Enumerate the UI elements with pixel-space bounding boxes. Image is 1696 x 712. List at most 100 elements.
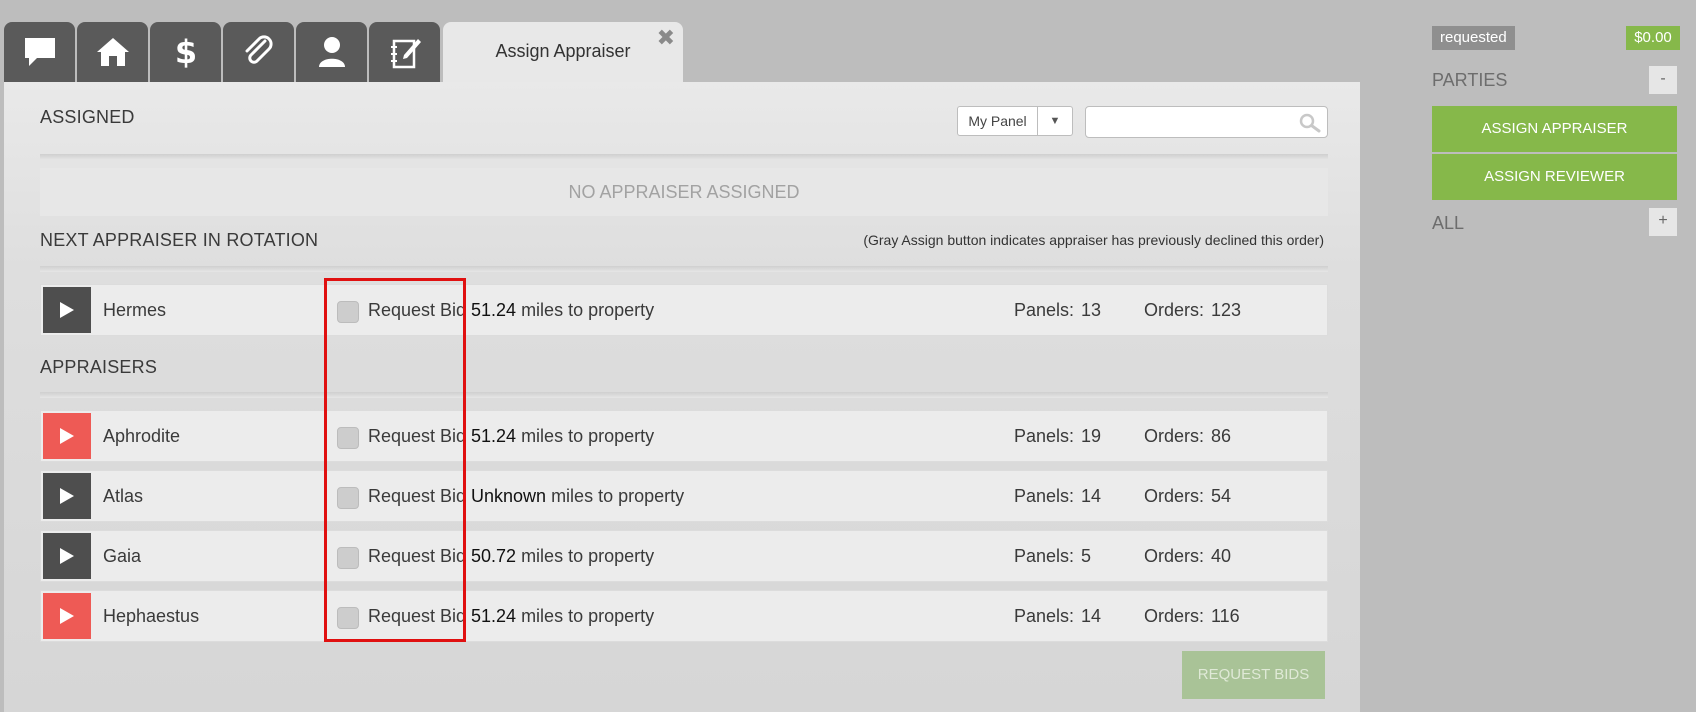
distance: 50.72 miles to property (471, 546, 654, 567)
play-icon (60, 428, 74, 444)
request-bid-checkbox[interactable] (337, 487, 359, 509)
panels-label: Panels: (1014, 426, 1075, 446)
tab-bar: $ (4, 22, 442, 82)
request-bid-checkbox[interactable] (337, 607, 359, 629)
orders-count: 123 (1211, 300, 1242, 320)
appraiser-name: Gaia (103, 546, 142, 566)
assign-reviewer-button[interactable]: ASSIGN REVIEWER (1432, 154, 1677, 200)
play-icon (60, 608, 74, 624)
assign-play-button[interactable] (43, 413, 91, 459)
distance: Unknown miles to property (471, 486, 684, 507)
distance-value: 51.24 (471, 606, 517, 626)
request-bid-label: Request Bid (368, 546, 467, 566)
panels-count: 14 (1081, 486, 1102, 506)
tab-billing[interactable]: $ (150, 22, 221, 82)
request-bid-checkbox[interactable] (337, 547, 359, 569)
panels-label: Panels: (1014, 300, 1075, 320)
user-icon (318, 37, 345, 67)
rotation-row: Hermes Request Bid 51.24 miles to proper… (40, 284, 1328, 336)
assign-play-button[interactable] (43, 287, 91, 333)
appraiser-row: Atlas Request Bid Unknown miles to prope… (40, 470, 1328, 522)
request-bid-label: Request Bid (368, 300, 467, 320)
chat-icon (24, 38, 55, 66)
request-bid-label: Request Bid (368, 606, 467, 626)
orders-count: 40 (1211, 546, 1232, 566)
status-badge: requested (1432, 26, 1515, 50)
paperclip-icon (245, 35, 273, 64)
parties-title: PARTIES (1432, 70, 1508, 90)
panels-label: Panels: (1014, 546, 1075, 566)
distance-suffix: miles to property (521, 606, 655, 626)
tab-assign-appraiser-label: Assign Appraiser (495, 41, 631, 61)
distance-value: 50.72 (471, 546, 517, 566)
all-expand-button[interactable]: + (1649, 208, 1677, 236)
assigned-title: ASSIGNED (40, 107, 135, 127)
divider (40, 154, 1328, 160)
orders-count: 116 (1211, 606, 1240, 626)
tab-attachments[interactable] (223, 22, 294, 82)
request-bid-label: Request Bid (368, 426, 467, 446)
assign-play-button[interactable] (43, 533, 91, 579)
search-input[interactable] (1094, 107, 1298, 137)
distance-suffix: miles to property (521, 426, 655, 446)
play-icon (60, 548, 74, 564)
assign-appraiser-button[interactable]: ASSIGN APPRAISER (1432, 106, 1677, 152)
distance-suffix: miles to property (521, 546, 655, 566)
notes-icon (390, 39, 421, 69)
tab-contacts[interactable] (296, 22, 367, 82)
appraisers-title: APPRAISERS (40, 357, 158, 377)
assign-play-button[interactable] (43, 593, 91, 639)
panels-count: 5 (1081, 546, 1092, 566)
orders-label: Orders: (1144, 486, 1205, 506)
distance: 51.24 miles to property (471, 300, 654, 321)
panel-select-value: My Panel (968, 113, 1027, 129)
distance-suffix: miles to property (521, 300, 655, 320)
dollar-icon: $ (174, 34, 196, 70)
request-bids-button[interactable]: REQUEST BIDS (1182, 651, 1325, 699)
appraiser-row: Gaia Request Bid 50.72 miles to property… (40, 530, 1328, 582)
search-icon[interactable] (1299, 113, 1321, 133)
appraiser-name: Hephaestus (103, 606, 200, 626)
all-title: ALL (1432, 213, 1465, 233)
search-box (1085, 106, 1328, 138)
assign-panel: ASSIGNED My Panel ▼ NO APPRAISER ASSIGNE… (4, 82, 1360, 712)
orders-label: Orders: (1144, 606, 1205, 626)
distance-suffix: miles to property (551, 486, 685, 506)
no-appraiser-assigned: NO APPRAISER ASSIGNED (40, 168, 1328, 216)
panels-label: Panels: (1014, 606, 1075, 626)
svg-text:$: $ (174, 34, 196, 70)
appraiser-row: Aphrodite Request Bid 51.24 miles to pro… (40, 410, 1328, 462)
orders-label: Orders: (1144, 426, 1205, 446)
close-icon[interactable]: ✖ (657, 26, 675, 50)
parties-collapse-button[interactable]: - (1649, 66, 1677, 94)
panel-select[interactable]: My Panel ▼ (957, 106, 1073, 136)
panels-count: 13 (1081, 300, 1102, 320)
assign-play-button[interactable] (43, 473, 91, 519)
orders-count: 54 (1211, 486, 1232, 506)
play-icon (60, 302, 74, 318)
panels-count: 19 (1081, 426, 1102, 446)
panels-count: 14 (1081, 606, 1102, 626)
chevron-down-icon[interactable]: ▼ (1037, 107, 1072, 135)
request-bid-checkbox[interactable] (337, 427, 359, 449)
play-icon (60, 488, 74, 504)
divider (40, 266, 1328, 272)
home-icon (96, 38, 129, 66)
tab-home[interactable] (77, 22, 148, 82)
distance: 51.24 miles to property (471, 426, 654, 447)
orders-label: Orders: (1144, 300, 1205, 320)
tab-notes[interactable] (369, 22, 440, 82)
amount-badge: $0.00 (1626, 26, 1680, 50)
declined-note: (Gray Assign button indicates appraiser … (863, 232, 1324, 248)
distance: 51.24 miles to property (471, 606, 654, 627)
distance-value: 51.24 (471, 426, 517, 446)
appraiser-row: Hephaestus Request Bid 51.24 miles to pr… (40, 590, 1328, 642)
divider (40, 392, 1328, 398)
tab-assign-appraiser[interactable]: Assign Appraiser ✖ (443, 22, 683, 82)
appraiser-name: Hermes (103, 300, 167, 320)
request-bid-label: Request Bid (368, 486, 467, 506)
appraiser-name: Atlas (103, 486, 144, 506)
request-bid-checkbox[interactable] (337, 301, 359, 323)
panels-label: Panels: (1014, 486, 1075, 506)
tab-messages[interactable] (4, 22, 75, 82)
